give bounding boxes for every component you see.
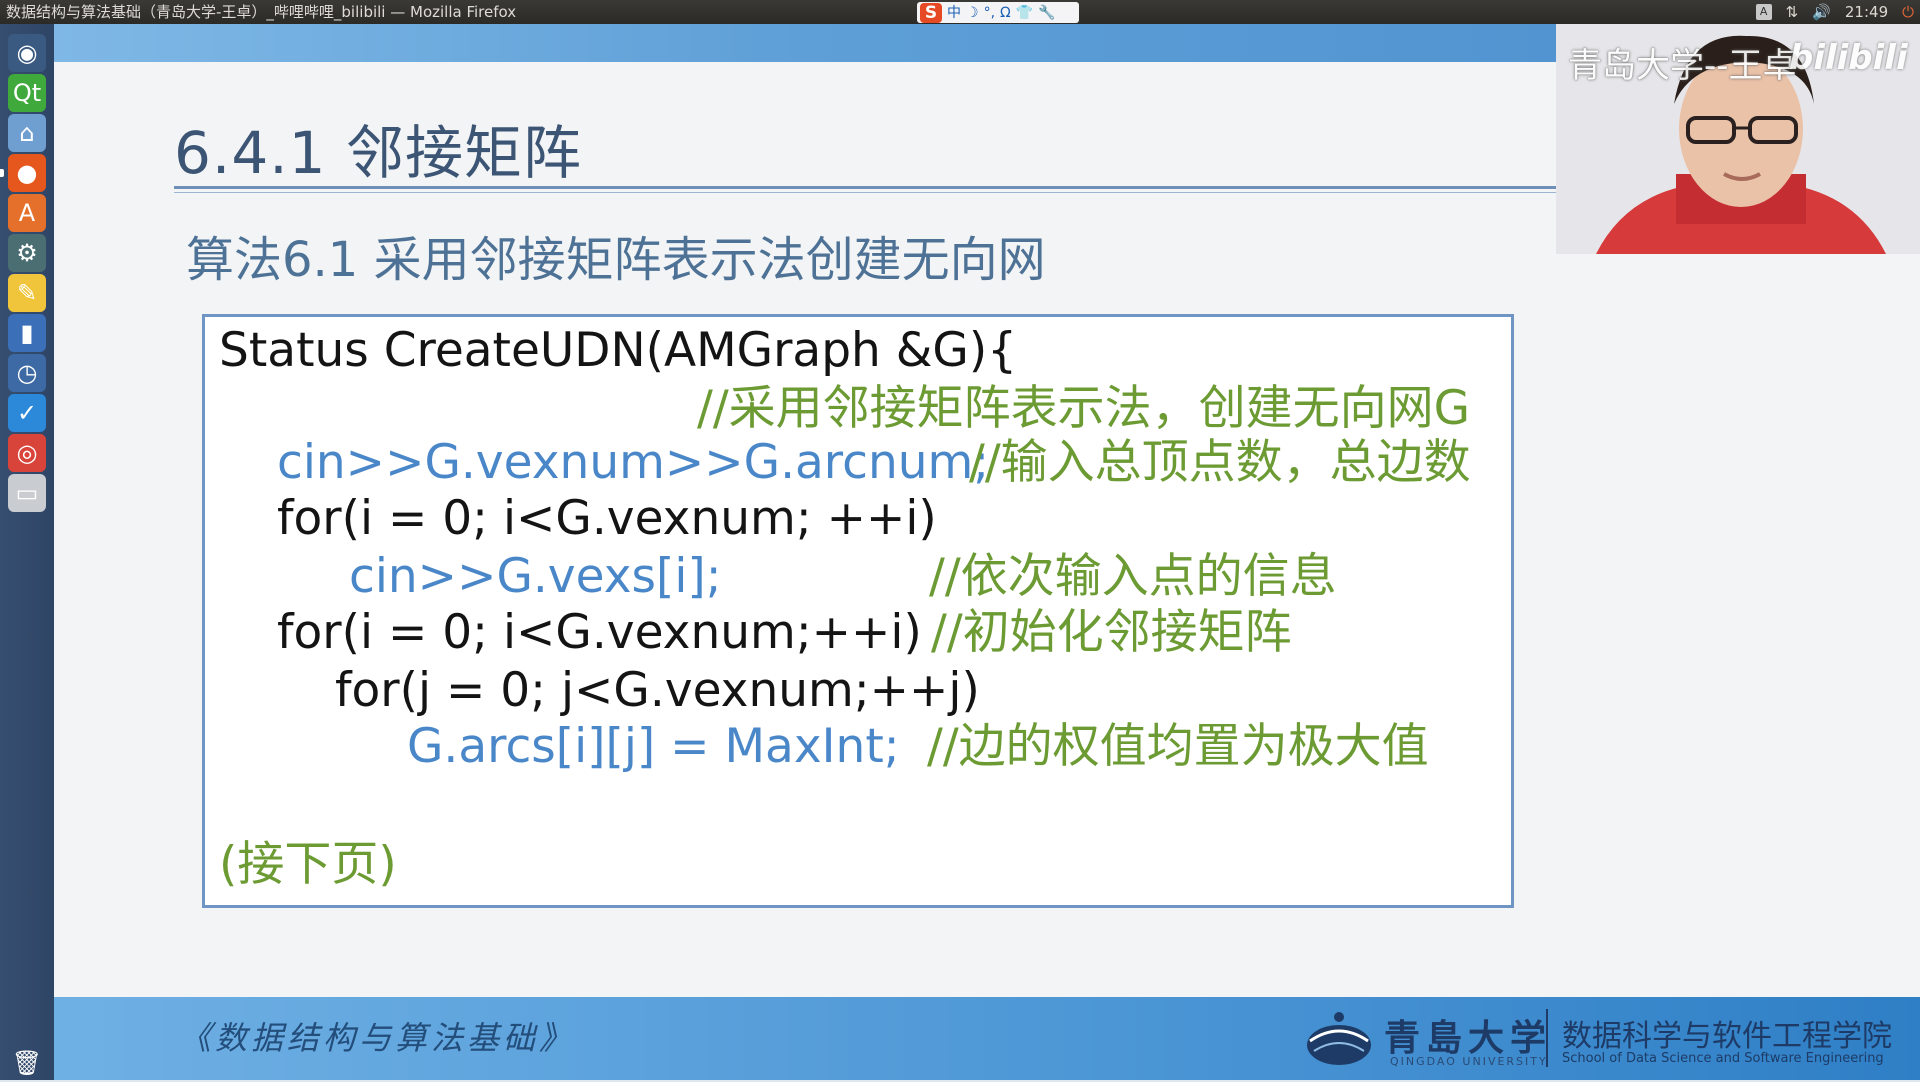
chrome-icon[interactable]: ◎: [8, 434, 46, 472]
network-icon[interactable]: ⇅: [1786, 0, 1799, 24]
editor-icon[interactable]: ✓: [8, 394, 46, 432]
ime-skin-icon[interactable]: 👕: [1016, 1, 1033, 25]
clock-time[interactable]: 21:49: [1845, 0, 1888, 24]
algorithm-heading: 算法6.1 采用邻接矩阵表示法创建无向网: [186, 232, 1046, 288]
stats-icon[interactable]: ▮: [8, 314, 46, 352]
college-name-cn: 数据科学与软件工程学院: [1562, 1019, 1892, 1054]
power-icon[interactable]: ⏻: [1902, 0, 1914, 24]
active-app-indicator: [0, 169, 4, 177]
title-divider-thin: [174, 192, 1610, 193]
university-name-en: QINGDAO UNIVERSITY: [1390, 1055, 1548, 1068]
launcher-sidebar: ◉ Qt ⌂ ● A ⚙ ✎ ▮ ◷ ✓ ◎ ▭ 🗑: [0, 24, 55, 1080]
code-line-1: Status CreateUDN(AMGraph &G){: [219, 323, 1018, 378]
code-line-2: cin>>G.vexnum>>G.arcnum;: [277, 435, 990, 490]
input-method-toolbar[interactable]: S 中 ☽ °, Ω 👕 🔧: [917, 2, 1079, 23]
trash-icon[interactable]: 🗑: [8, 1044, 46, 1082]
software-center-icon[interactable]: A: [8, 194, 46, 232]
instructor-webcam: 青岛大学--王卓 bilibili: [1556, 24, 1920, 254]
university-emblem-icon: [1307, 1012, 1371, 1065]
notes-icon[interactable]: ✎: [8, 274, 46, 312]
qt-icon[interactable]: Qt: [8, 74, 46, 112]
code-line-4: cin>>G.vexs[i];: [349, 549, 722, 604]
ime-tools-icon[interactable]: 🔧: [1038, 1, 1055, 25]
sogou-logo-icon[interactable]: S: [920, 2, 942, 23]
code-comment-line-3: //依次输入点的信息: [929, 549, 1337, 604]
ime-punctuation-icon[interactable]: °,: [984, 1, 995, 25]
slide-footer-band: 《数据结构与算法基础》 青島大学 QINGDAO UNIVERSITY 数据科学…: [54, 997, 1920, 1080]
code-comment-line-4: //初始化邻接矩阵: [931, 605, 1292, 660]
drive-icon[interactable]: ▭: [8, 474, 46, 512]
slide-title: 6.4.1 邻接矩阵: [174, 119, 583, 187]
window-title: 数据结构与算法基础（青岛大学-王卓）_哔哩哔哩_bilibili — Mozil…: [6, 3, 517, 21]
firefox-icon[interactable]: ●: [8, 154, 46, 192]
clock-icon[interactable]: ◷: [8, 354, 46, 392]
code-line-7: G.arcs[i][j] = MaxInt;: [407, 719, 900, 774]
webcam-watermark: 青岛大学--王卓: [1568, 46, 1797, 86]
code-box: Status CreateUDN(AMGraph &G){ //采用邻接矩阵表示…: [202, 314, 1514, 908]
bilibili-logo: bilibili: [1789, 38, 1908, 78]
settings-icon[interactable]: ⚙: [8, 234, 46, 272]
code-comment-line-1: //采用邻接矩阵表示法，创建无向网G: [697, 381, 1471, 436]
course-name: 《数据结构与算法基础》: [179, 1019, 576, 1057]
ime-halfwidth-icon[interactable]: ☽: [966, 1, 979, 25]
top-panel: 数据结构与算法基础（青岛大学-王卓）_哔哩哔哩_bilibili — Mozil…: [0, 0, 1920, 24]
ime-symbols-icon[interactable]: Ω: [1000, 1, 1011, 25]
volume-icon[interactable]: 🔊: [1812, 0, 1831, 24]
code-line-3: for(i = 0; i<G.vexnum; ++i): [277, 491, 937, 546]
ime-chinese-mode-toggle[interactable]: 中: [947, 1, 961, 25]
code-line-5: for(i = 0; i<G.vexnum;++i): [277, 605, 922, 660]
keyboard-layout-icon[interactable]: A: [1755, 4, 1772, 20]
code-line-6: for(j = 0; j<G.vexnum;++j): [335, 663, 980, 718]
college-name-en: School of Data Science and Software Engi…: [1562, 1051, 1884, 1066]
continued-next-page: (接下页): [219, 837, 397, 892]
dash-icon[interactable]: ◉: [8, 34, 46, 72]
code-comment-line-5: //边的权值均置为极大值: [927, 719, 1429, 774]
code-comment-line-2: //输入总顶点数，总边数: [969, 435, 1471, 490]
system-tray: A ⇅ 🔊 21:49 ⏻: [1755, 0, 1914, 24]
university-name-cn: 青島大学: [1384, 1017, 1553, 1059]
footer-divider: [1546, 1009, 1548, 1067]
title-divider: [174, 186, 1610, 189]
files-icon[interactable]: ⌂: [8, 114, 46, 152]
